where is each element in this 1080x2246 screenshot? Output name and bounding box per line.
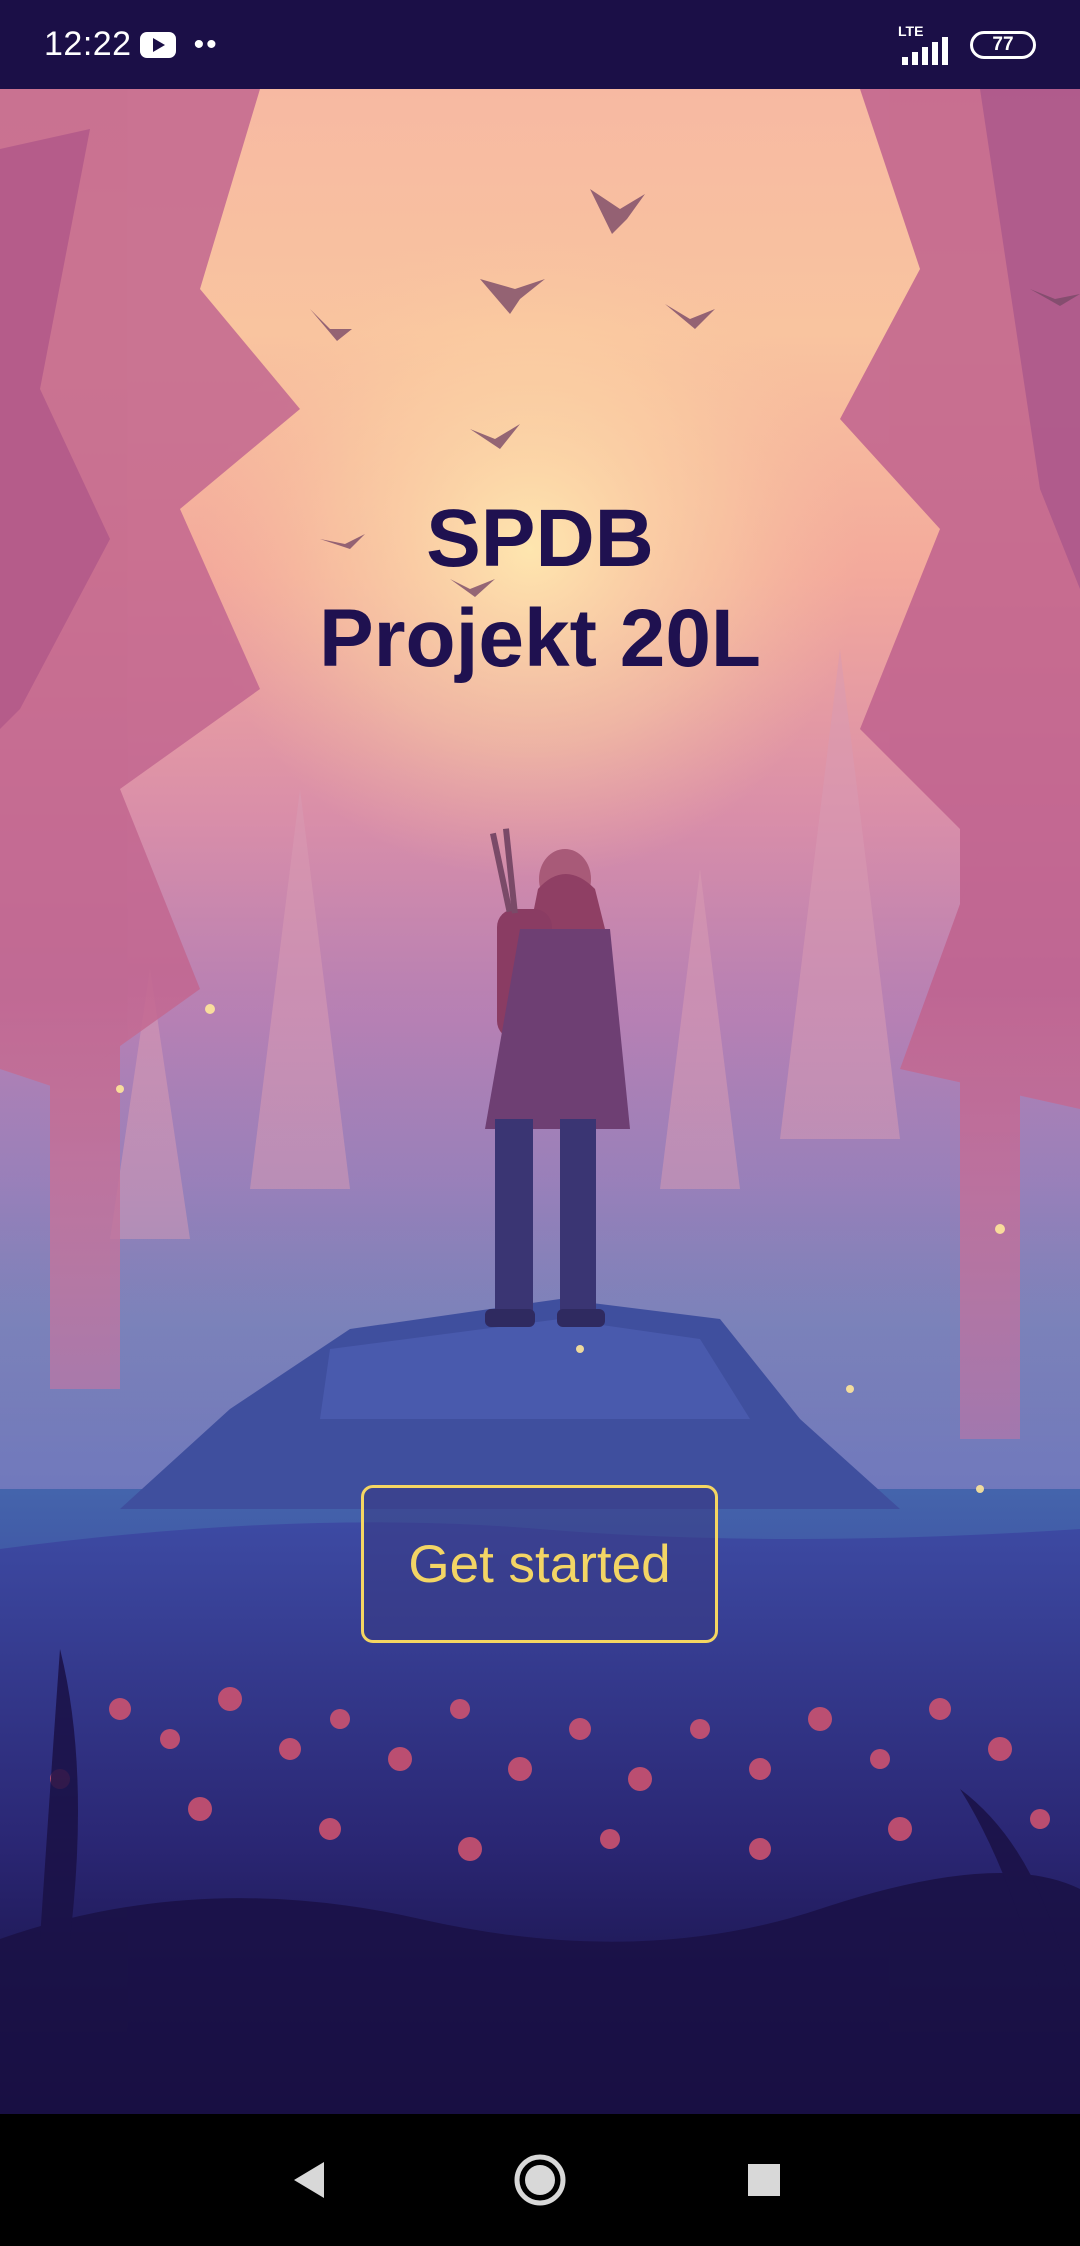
back-button[interactable]	[278, 2148, 342, 2212]
battery-level: 77	[992, 33, 1014, 55]
back-triangle-icon	[294, 2162, 324, 2198]
home-button[interactable]	[508, 2148, 572, 2212]
status-bar: 12:22 •• LTE 77	[0, 0, 1080, 89]
battery-icon: 77	[970, 30, 1036, 59]
background-illustration: SPDB Projekt 20L Get started	[0, 89, 1080, 2114]
navigation-bar	[0, 2114, 1080, 2246]
status-time: 12:22	[44, 25, 132, 63]
recents-square-icon	[748, 2164, 780, 2196]
status-icons: LTE 77	[898, 23, 1036, 65]
recents-button[interactable]	[732, 2148, 796, 2212]
app-screen: 12:22 •• LTE 77 SPDB Projekt 20L Get sta…	[0, 0, 1080, 2246]
app-title: SPDB Projekt 20L	[0, 489, 1080, 689]
forest-scene	[0, 89, 1080, 2114]
notification-dots: ••	[193, 27, 219, 61]
title-line-1: SPDB	[426, 493, 654, 584]
signal-bars	[902, 36, 948, 65]
youtube-icon	[139, 31, 176, 58]
signal-icon: LTE	[898, 23, 954, 65]
title-line-2: Projekt 20L	[318, 593, 762, 684]
home-circle-icon	[514, 2154, 566, 2206]
get-started-button[interactable]: Get started	[361, 1485, 718, 1643]
